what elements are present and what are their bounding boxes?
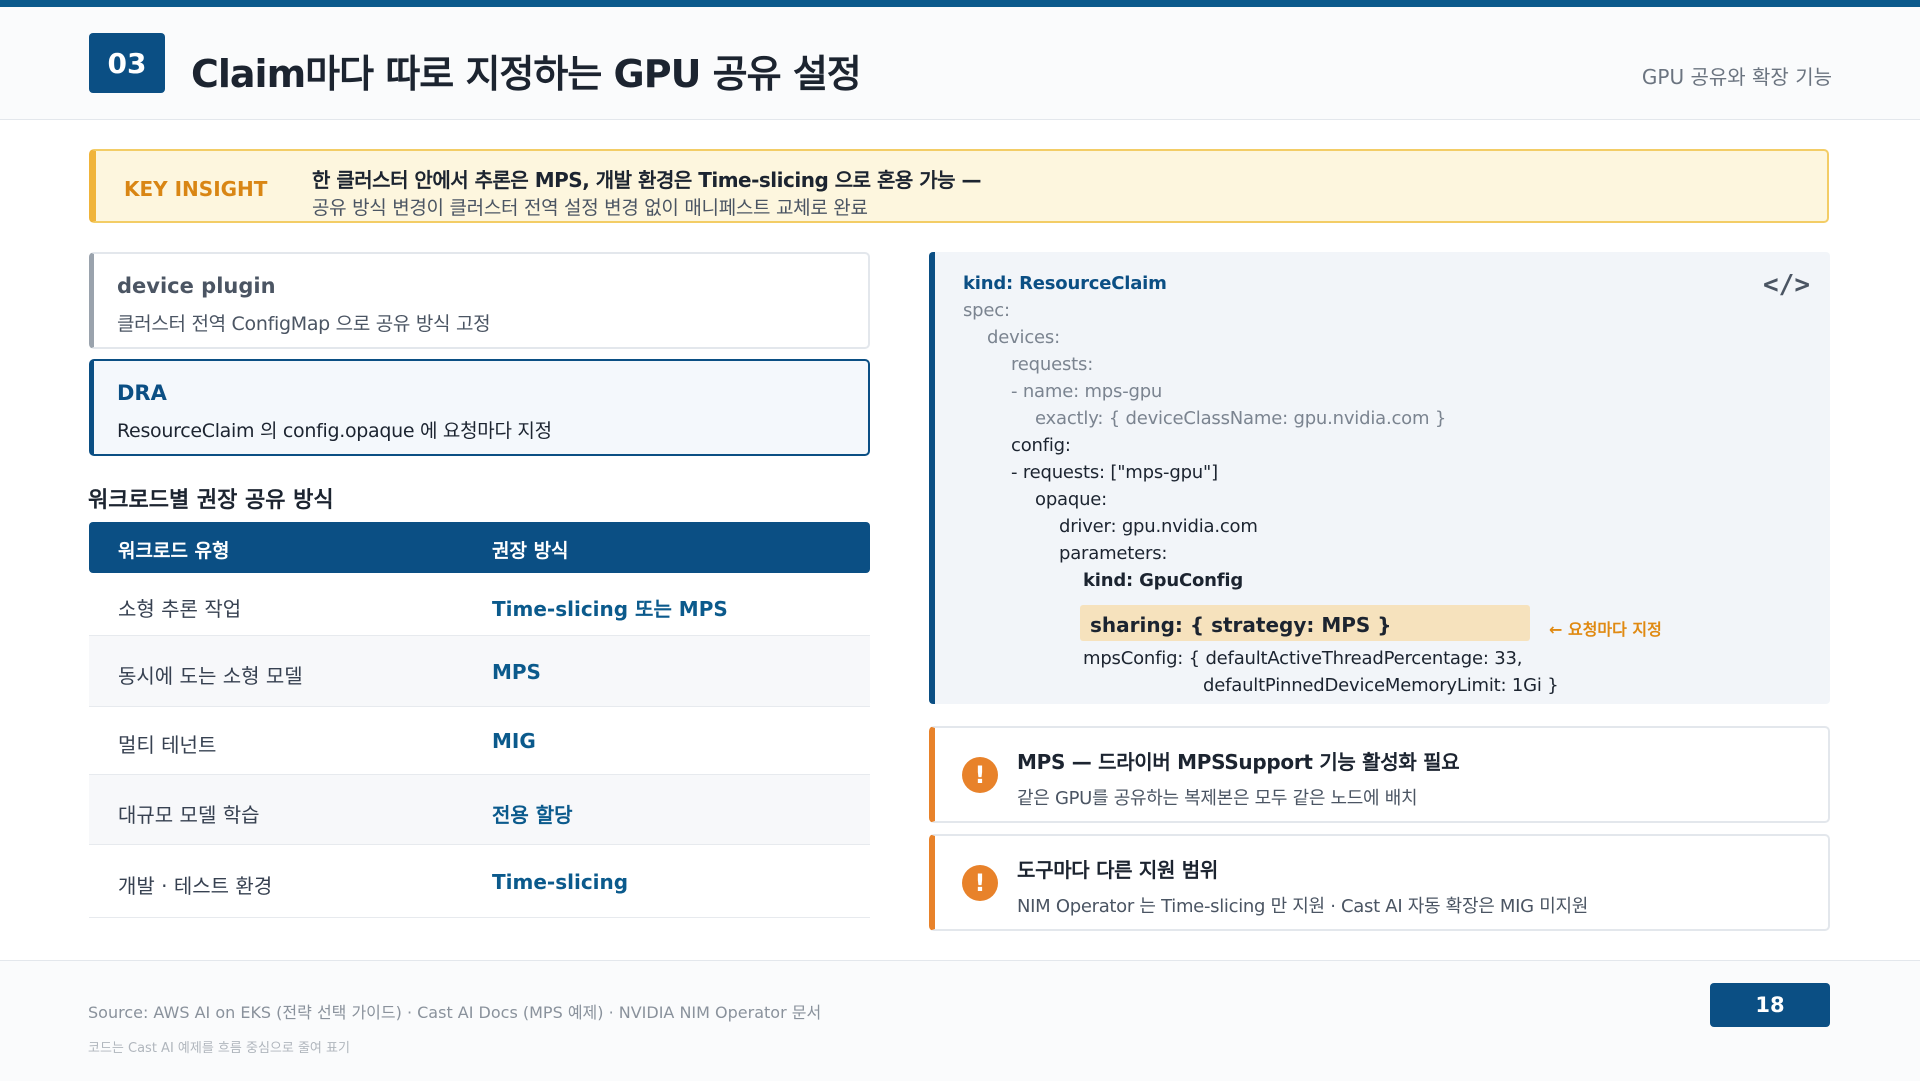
warning-card: ! 도구마다 다른 지원 범위 NIM Operator 는 Time-slic… xyxy=(929,834,1830,931)
table-title: 워크로드별 권장 공유 방식 xyxy=(88,488,334,513)
method-cell: MIG xyxy=(492,729,536,753)
top-accent-bar xyxy=(0,0,1920,7)
code-line: config: xyxy=(1011,435,1071,456)
code-line: requests: xyxy=(1011,354,1094,375)
table-header: 워크로드 유형 권장 방식 xyxy=(89,522,870,573)
slide-header: 03 Claim마다 따로 지정하는 GPU 공유 설정 GPU 공유와 확장 … xyxy=(0,7,1920,120)
option-desc: ResourceClaim 의 config.opaque 에 요청마다 지정 xyxy=(117,420,552,442)
code-line: opaque: xyxy=(1035,489,1108,510)
workload-cell: 대규모 모델 학습 xyxy=(118,803,260,827)
code-line: parameters: xyxy=(1059,543,1168,564)
code-line: kind: ResourceClaim xyxy=(963,273,1167,294)
warning-icon: ! xyxy=(962,865,998,901)
section-number-badge: 03 xyxy=(89,33,165,93)
table-row: 동시에 도는 소형 모델 MPS xyxy=(89,636,870,707)
table-header-method: 권장 방식 xyxy=(492,540,569,562)
warning-title: MPS — 드라이버 MPSSupport 기능 활성화 필요 xyxy=(1017,750,1460,774)
section-name: GPU 공유와 확장 기능 xyxy=(1641,65,1832,89)
code-line: devices: xyxy=(987,327,1060,348)
option-card-device-plugin: device plugin 클러스터 전역 ConfigMap 으로 공유 방식… xyxy=(89,252,870,349)
code-line: exactly: { deviceClassName: gpu.nvidia.c… xyxy=(1035,408,1447,429)
code-line: defaultPinnedDeviceMemoryLimit: 1Gi } xyxy=(1203,675,1559,696)
highlight-annotation: ← 요청마다 지정 xyxy=(1549,620,1662,639)
key-insight-sub-text: 공유 방식 변경이 클러스터 전역 설정 변경 없이 매니페스트 교체로 완료 xyxy=(312,197,868,219)
method-cell: Time-slicing xyxy=(492,870,629,894)
option-card-dra: DRA ResourceClaim 의 config.opaque 에 요청마다… xyxy=(89,359,870,456)
source-text: Source: AWS AI on EKS (전략 선택 가이드) · Cast… xyxy=(88,1003,822,1022)
method-cell: Time-slicing 또는 MPS xyxy=(492,597,728,621)
workload-cell: 개발 · 테스트 환경 xyxy=(118,874,273,898)
warning-card: ! MPS — 드라이버 MPSSupport 기능 활성화 필요 같은 GPU… xyxy=(929,726,1830,823)
table-row: 멀티 테넌트 MIG xyxy=(89,707,870,775)
code-line-highlighted: sharing: { strategy: MPS } xyxy=(1090,613,1392,637)
code-line: mpsConfig: { defaultActiveThreadPercenta… xyxy=(1083,648,1523,669)
code-icon: </> xyxy=(1763,270,1810,300)
code-line: driver: gpu.nvidia.com xyxy=(1059,516,1258,537)
workload-cell: 동시에 도는 소형 모델 xyxy=(118,664,303,688)
warning-title: 도구마다 다른 지원 범위 xyxy=(1017,858,1218,882)
key-insight-main-text: 한 클러스터 안에서 추론은 MPS, 개발 환경은 Time-slicing … xyxy=(312,168,982,192)
page-number: 18 xyxy=(1710,983,1830,1027)
warning-desc: NIM Operator 는 Time-slicing 만 지원 · Cast … xyxy=(1017,896,1588,917)
slide-title: Claim마다 따로 지정하는 GPU 공유 설정 xyxy=(191,52,862,96)
code-line: - name: mps-gpu xyxy=(1011,381,1163,402)
code-block: </> kind: ResourceClaim spec: devices: r… xyxy=(929,252,1830,704)
code-line: - requests: ["mps-gpu"] xyxy=(1011,462,1218,483)
table-row: 개발 · 테스트 환경 Time-slicing xyxy=(89,845,870,918)
method-cell: 전용 할당 xyxy=(492,803,573,827)
key-insight-label: KEY INSIGHT xyxy=(124,177,268,201)
slide-footer: Source: AWS AI on EKS (전략 선택 가이드) · Cast… xyxy=(0,960,1920,1081)
warning-desc: 같은 GPU를 공유하는 복제본은 모두 같은 노드에 배치 xyxy=(1017,788,1418,809)
option-title: DRA xyxy=(117,381,167,405)
table-row: 소형 추론 작업 Time-slicing 또는 MPS xyxy=(89,573,870,636)
footnote-text: 코드는 Cast AI 예제를 흐름 중심으로 줄여 표기 xyxy=(88,1041,350,1056)
warning-icon: ! xyxy=(962,757,998,793)
option-desc: 클러스터 전역 ConfigMap 으로 공유 방식 고정 xyxy=(117,313,491,335)
option-title: device plugin xyxy=(117,274,276,298)
code-line: kind: GpuConfig xyxy=(1083,570,1244,591)
table-header-workload: 워크로드 유형 xyxy=(118,540,230,562)
method-cell: MPS xyxy=(492,660,541,684)
key-insight-box: KEY INSIGHT 한 클러스터 안에서 추론은 MPS, 개발 환경은 T… xyxy=(89,149,1829,223)
table-row: 대규모 모델 학습 전용 할당 xyxy=(89,775,870,845)
workload-cell: 멀티 테넌트 xyxy=(118,733,217,757)
workload-cell: 소형 추론 작업 xyxy=(118,597,242,621)
code-line: spec: xyxy=(963,300,1010,321)
